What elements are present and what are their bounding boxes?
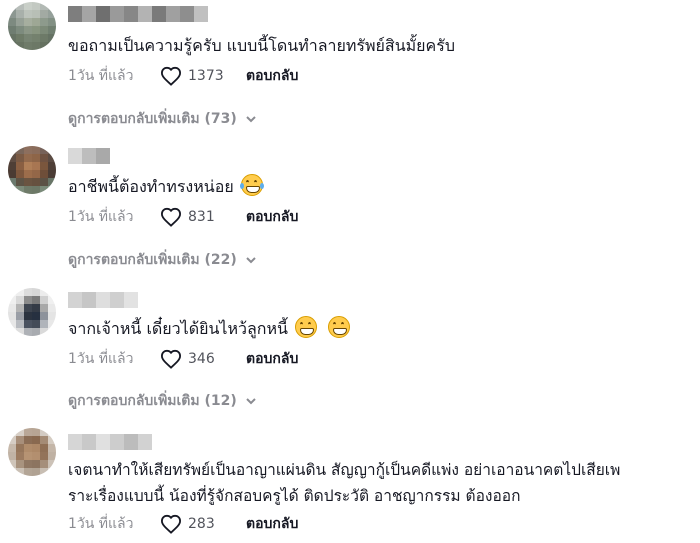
chevron-down-icon: [246, 116, 256, 123]
like-button[interactable]: 1373: [160, 66, 246, 86]
like-button[interactable]: 831: [160, 207, 246, 227]
view-more-replies-button[interactable]: ดูการตอบกลับเพิ่มเติม (12): [68, 390, 257, 412]
username-blurred[interactable]: [68, 6, 208, 22]
like-count: 283: [188, 516, 215, 532]
comment-time: 1วัน ที่แล้ว: [68, 209, 134, 225]
username-blurred[interactable]: [68, 434, 152, 450]
username-blurred[interactable]: [68, 148, 110, 164]
comment-time: 1วัน ที่แล้ว: [68, 351, 134, 367]
view-more-replies-button[interactable]: ดูการตอบกลับเพิ่มเติม (73): [68, 108, 257, 130]
like-count: 831: [188, 209, 215, 225]
comment-meta: 1วัน ที่แล้ว 283 ตอบกลับ: [68, 514, 298, 534]
view-more-replies-label: ดูการตอบกลับเพิ่มเติม (22): [68, 252, 237, 268]
grinning-face-icon: [295, 316, 318, 338]
avatar[interactable]: [8, 146, 56, 194]
reply-button[interactable]: ตอบกลับ: [246, 206, 298, 228]
heart-outline-icon: [160, 66, 182, 86]
like-count: 1373: [188, 68, 224, 84]
comment-text-line1: เจตนาทำให้เสียทรัพย์เป็นอาญาแผ่นดิน สัญญ…: [68, 461, 621, 479]
chevron-down-icon: [246, 257, 256, 264]
like-count: 346: [188, 351, 215, 367]
heart-outline-icon: [160, 514, 182, 534]
heart-outline-icon: [160, 207, 182, 227]
view-more-replies-label: ดูการตอบกลับเพิ่มเติม (12): [68, 393, 237, 409]
comment-meta: 1วัน ที่แล้ว 346 ตอบกลับ: [68, 349, 298, 369]
heart-outline-icon: [160, 349, 182, 369]
avatar[interactable]: [8, 288, 56, 336]
view-more-replies-label: ดูการตอบกลับเพิ่มเติม (73): [68, 111, 237, 127]
comment-text: จากเจ้าหนี้ เดี๋ยวได้ยินไหว้ลูกหนี้: [68, 316, 351, 341]
comment-meta: 1วัน ที่แล้ว 831 ตอบกลับ: [68, 207, 298, 227]
comment-text-line2: ราะเรื่องแบบนี้ น้องที่รู้จักสอบครูได้ ต…: [68, 487, 521, 505]
comment-text: ขอถามเป็นความรู้ครับ แบบนี้โดนทำลายทรัพย…: [68, 36, 455, 55]
reply-button[interactable]: ตอบกลับ: [246, 348, 298, 370]
username-blurred[interactable]: [68, 292, 138, 308]
comment-time: 1วัน ที่แล้ว: [68, 68, 134, 84]
comment-meta: 1วัน ที่แล้ว 1373 ตอบกลับ: [68, 66, 298, 86]
chevron-down-icon: [246, 398, 256, 405]
reply-button[interactable]: ตอบกลับ: [246, 513, 298, 535]
like-button[interactable]: 283: [160, 514, 246, 534]
face-with-tears-of-joy-icon: [239, 174, 264, 196]
avatar[interactable]: [8, 428, 56, 476]
like-button[interactable]: 346: [160, 349, 246, 369]
avatar[interactable]: [8, 2, 56, 50]
view-more-replies-button[interactable]: ดูการตอบกลับเพิ่มเติม (22): [68, 249, 257, 271]
comment-text: อาชีพนี้ต้องทำทรงหน่อย: [68, 174, 264, 199]
comment-time: 1วัน ที่แล้ว: [68, 516, 134, 532]
comment-text-body: อาชีพนี้ต้องทำทรงหน่อย: [68, 177, 234, 196]
comment-text-body: จากเจ้าหนี้ เดี๋ยวได้ยินไหว้ลูกหนี้: [68, 319, 288, 338]
grinning-face-icon: [328, 316, 351, 338]
reply-button[interactable]: ตอบกลับ: [246, 65, 298, 87]
